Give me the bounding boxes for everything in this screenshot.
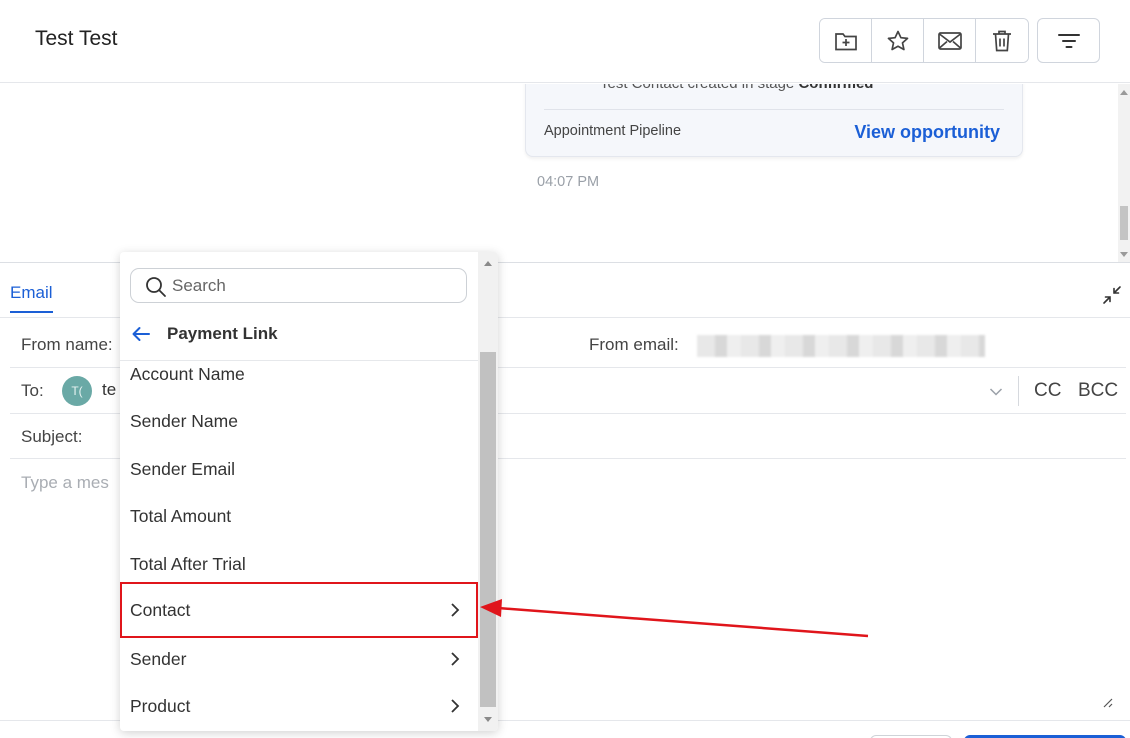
menu-item-sender[interactable]: Sender (120, 635, 478, 683)
move-to-folder-button[interactable] (820, 19, 872, 62)
star-button[interactable] (872, 19, 924, 62)
menu-item-label: Sender Email (130, 458, 236, 479)
menu-item-label: Sender (130, 648, 187, 669)
folder-plus-icon (834, 32, 857, 50)
menu-item-account-name[interactable]: Account Name (120, 350, 478, 398)
menu-item-label: Account Name (130, 363, 245, 384)
resize-handle-icon[interactable] (1100, 695, 1114, 714)
dropdown-search-box[interactable] (130, 268, 467, 303)
menu-item-label: Sender Name (130, 410, 238, 431)
message-timestamp: 04:07 PM (537, 174, 600, 190)
menu-item-product[interactable]: Product (120, 682, 478, 730)
menu-item-sender-email[interactable]: Sender Email (120, 445, 478, 493)
trash-icon (993, 30, 1011, 51)
scroll-up-arrow-icon[interactable] (484, 261, 492, 266)
page: Test Test Test Contact created in stage … (0, 0, 1130, 738)
to-label: To: (21, 381, 44, 400)
mark-email-button[interactable] (924, 19, 976, 62)
message-body-input[interactable]: Type a mes (21, 473, 109, 493)
from-email-value-redacted (697, 335, 985, 357)
conversation-scrollbar[interactable] (1118, 84, 1130, 262)
contact-name-title: Test Test (35, 27, 118, 50)
menu-item-label: Total Amount (130, 505, 232, 526)
opportunity-activity-card: Test Contact created in stage Confirmed … (525, 84, 1023, 157)
submenu-title: Payment Link (167, 324, 278, 343)
conversation-header: Test Test (0, 0, 1130, 83)
chevron-right-icon (451, 699, 460, 713)
chevron-right-icon (451, 652, 460, 666)
menu-item-total-amount[interactable]: Total Amount (120, 492, 478, 540)
collapse-composer-icon[interactable] (1102, 285, 1122, 310)
scroll-up-arrow-icon[interactable] (1120, 90, 1128, 95)
from-name-label: From name: (21, 335, 113, 354)
menu-item-sender-name[interactable]: Sender Name (120, 397, 478, 445)
delete-button[interactable] (976, 19, 1028, 62)
view-opportunity-link[interactable]: View opportunity (854, 122, 1000, 143)
search-input[interactable] (172, 273, 452, 298)
cc-separator (1018, 376, 1019, 406)
bcc-button[interactable]: BCC (1078, 380, 1118, 402)
scrollbar-thumb[interactable] (480, 352, 496, 707)
chevron-right-icon (451, 603, 460, 617)
arrow-left-icon (132, 327, 150, 341)
star-icon (887, 30, 908, 50)
subject-label: Subject: (21, 427, 83, 446)
custom-values-dropdown: Payment Link Account Name Sender Name Se… (120, 252, 498, 731)
dropdown-scrollbar[interactable] (478, 252, 498, 731)
from-email-label: From email: (589, 335, 679, 354)
filter-lines-icon (1057, 33, 1080, 48)
recipient-avatar: T( (62, 376, 92, 406)
menu-item-total-after-trial[interactable]: Total After Trial (120, 540, 478, 588)
scroll-down-arrow-icon[interactable] (1120, 252, 1128, 257)
menu-item-contact[interactable]: Contact (120, 582, 478, 638)
tab-email[interactable]: Email (10, 283, 53, 313)
card-divider (544, 109, 1004, 110)
menu-item-label: Contact (130, 599, 191, 620)
recipient-chip-text[interactable]: te (102, 380, 116, 400)
menu-item-label: Total After Trial (130, 553, 246, 574)
cc-button[interactable]: CC (1034, 380, 1061, 402)
activity-text: Test Contact created in stage Confirmed (600, 84, 873, 92)
mail-icon (937, 31, 962, 50)
scroll-down-arrow-icon[interactable] (484, 717, 492, 722)
chevron-down-icon[interactable] (989, 384, 1003, 402)
scrollbar-thumb[interactable] (1120, 206, 1128, 240)
conversation-thread: Test Contact created in stage Confirmed … (0, 84, 1130, 262)
pipeline-name: Appointment Pipeline (544, 123, 682, 139)
filter-button[interactable] (1037, 18, 1100, 63)
back-to-payment-link[interactable]: Payment Link (131, 320, 471, 348)
search-icon (146, 277, 166, 297)
header-action-group (819, 18, 1029, 63)
menu-item-label: Product (130, 695, 191, 716)
